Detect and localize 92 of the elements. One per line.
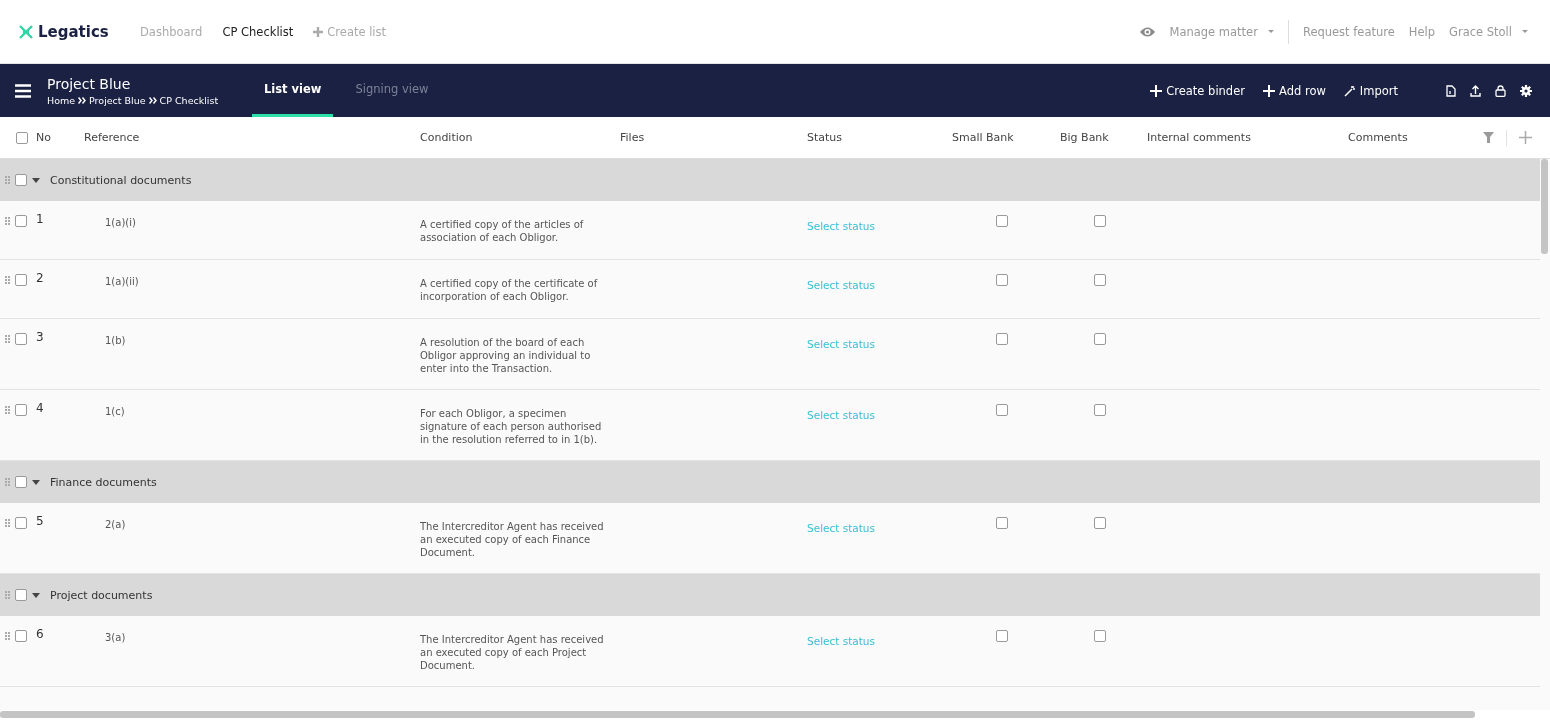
eye-icon[interactable] [1138, 25, 1156, 38]
document-icon[interactable] [1446, 84, 1456, 97]
scrollbar[interactable] [1541, 159, 1548, 254]
select-all-checkbox[interactable] [16, 131, 28, 144]
column-header[interactable]: Comments [1348, 131, 1408, 144]
lock-icon[interactable] [1495, 84, 1506, 97]
big-bank-checkbox[interactable] [1093, 333, 1106, 345]
breadcrumb-link[interactable]: CP Checklist [159, 94, 219, 106]
column-header[interactable]: Internal comments [1147, 131, 1251, 144]
add-row-button[interactable]: Add row [1263, 83, 1326, 98]
column-header[interactable]: Condition [420, 131, 473, 144]
big-bank-checkbox[interactable] [1093, 630, 1106, 642]
small-bank-checkbox[interactable] [996, 404, 1008, 416]
group-checkbox[interactable] [15, 476, 27, 488]
brand-name: Legatics [38, 22, 109, 41]
double-chevron-icon [78, 96, 87, 104]
row-number: 3 [36, 330, 44, 344]
project-title: Project Blue [47, 75, 132, 92]
row-number: 6 [36, 627, 44, 641]
group-checkbox[interactable] [15, 174, 27, 186]
reference-cell-text: 1(a)(i) [104, 217, 137, 228]
create-binder-button[interactable]: Create binder [1150, 83, 1245, 98]
big-bank-checkbox[interactable] [1093, 517, 1106, 529]
scrollbar[interactable] [0, 711, 1475, 718]
row-number: 2 [36, 271, 44, 285]
breadcrumb-link[interactable]: Home [47, 94, 76, 106]
column-header[interactable]: Reference [84, 131, 140, 144]
filter-icon[interactable] [1483, 132, 1494, 143]
group-checkbox[interactable] [15, 589, 27, 601]
caret-icon[interactable] [32, 592, 40, 598]
reference-cell-text: 1(b) [104, 335, 127, 346]
column-header[interactable]: Files [620, 131, 645, 144]
row-checkbox[interactable] [15, 630, 27, 642]
view-tab[interactable]: List view [252, 64, 334, 117]
row-number: 5 [36, 514, 44, 528]
settings-icon[interactable] [1520, 84, 1532, 97]
drag-handle-icon[interactable] [5, 591, 10, 599]
view-tab[interactable]: Signing view [343, 64, 441, 117]
condition-cell-text: A resolution of the board of each Obligor approving an individual to enter into the Transaction. [419, 336, 592, 375]
add-column-icon[interactable] [1519, 131, 1532, 144]
caret-icon[interactable] [32, 479, 40, 485]
big-bank-checkbox[interactable] [1093, 404, 1106, 416]
small-bank-checkbox[interactable] [996, 274, 1008, 286]
upload-icon[interactable] [1470, 84, 1481, 97]
plus-icon [1263, 84, 1275, 97]
small-bank-checkbox[interactable] [996, 517, 1008, 529]
column-header[interactable]: Status [807, 131, 843, 144]
column-header[interactable]: No [36, 131, 51, 144]
drag-handle-icon[interactable] [5, 406, 10, 414]
condition-cell-text: A certified copy of the certificate of incorporation of each Obligor. [419, 277, 599, 303]
row-checkbox[interactable] [15, 215, 27, 227]
plus-icon [1150, 84, 1163, 97]
reference-cell-text: 1(a)(ii) [104, 276, 140, 287]
row-checkbox[interactable] [15, 274, 27, 286]
menu-icon[interactable] [15, 83, 31, 98]
row-checkbox[interactable] [15, 517, 27, 529]
row-number: 4 [36, 401, 44, 415]
breadcrumb-link[interactable]: Project Blue [89, 94, 146, 106]
logo-icon [18, 23, 34, 40]
condition-cell-text: A certified copy of the articles of association of each Obligor. [419, 218, 585, 244]
drag-handle-icon[interactable] [5, 176, 10, 184]
reference-cell-text: 3(a) [104, 632, 127, 643]
drag-handle-icon[interactable] [5, 217, 10, 225]
drag-handle-icon[interactable] [5, 478, 10, 486]
brand-logo[interactable]: Legatics [18, 22, 130, 41]
big-bank-checkbox[interactable] [1093, 274, 1106, 286]
row-number: 1 [36, 212, 44, 226]
drag-handle-icon[interactable] [5, 335, 10, 343]
caret-icon[interactable] [32, 177, 40, 183]
column-header[interactable]: Small Bank [952, 131, 1014, 144]
plus-icon [313, 26, 324, 37]
condition-cell-text: The Intercreditor Agent has received an executed copy of each Project Document. [419, 633, 605, 672]
import-button[interactable]: Import [1343, 83, 1398, 98]
group-title: Constitutional documents [50, 173, 192, 187]
small-bank-checkbox[interactable] [996, 215, 1008, 227]
big-bank-checkbox[interactable] [1093, 215, 1106, 227]
small-bank-checkbox[interactable] [996, 630, 1008, 642]
column-header[interactable]: Big Bank [1060, 131, 1109, 144]
row-checkbox[interactable] [15, 333, 27, 345]
group-title: Project documents [50, 588, 153, 602]
small-bank-checkbox[interactable] [996, 333, 1008, 345]
drag-handle-icon[interactable] [5, 632, 10, 640]
condition-cell-text: The Intercreditor Agent has received an executed copy of each Finance Document. [419, 520, 605, 559]
wand-icon [1343, 84, 1356, 97]
group-title: Finance documents [50, 475, 157, 489]
row-checkbox[interactable] [15, 404, 27, 416]
reference-cell-text: 1(c) [104, 406, 126, 417]
condition-cell-text: For each Obligor, a specimen signature of each person authorised in the resolution referred to in 1(b). [419, 407, 603, 446]
double-chevron-icon [148, 96, 157, 104]
drag-handle-icon[interactable] [5, 276, 10, 284]
reference-cell-text: 2(a) [104, 519, 127, 530]
drag-handle-icon[interactable] [5, 519, 10, 527]
